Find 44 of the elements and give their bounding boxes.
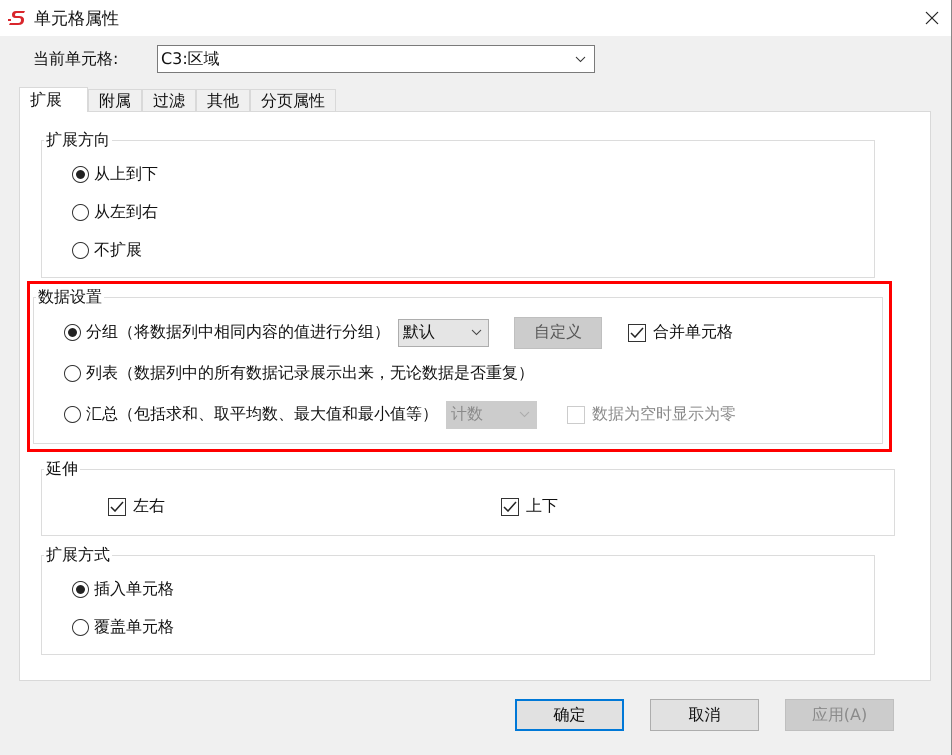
group-title: 扩展方向 <box>45 130 111 151</box>
current-cell-dropdown[interactable]: C3:区域 <box>157 45 595 73</box>
radio-button[interactable] <box>64 365 81 382</box>
checkbox[interactable] <box>108 498 126 516</box>
custom-button[interactable]: 自定义 <box>514 316 602 348</box>
tab[interactable]: 分页属性 <box>250 89 336 111</box>
radio-button[interactable] <box>72 204 89 220</box>
option-label: 从上到下 <box>94 164 158 184</box>
chevron-icon <box>471 329 482 336</box>
option-label: 从左到右 <box>94 202 158 222</box>
radio-button[interactable] <box>72 618 89 636</box>
group-title: 延伸 <box>45 459 79 480</box>
radio-button[interactable] <box>72 166 89 182</box>
window-title: 单元格属性 <box>34 8 119 30</box>
group-title: 扩展方式 <box>45 545 111 566</box>
close-icon[interactable] <box>925 11 939 25</box>
checkbox-label: 左右 <box>133 496 165 517</box>
radio-button[interactable] <box>72 242 89 258</box>
chevron-icon <box>575 56 586 62</box>
group-title: 数据设置 <box>37 287 103 308</box>
checkbox-label: 合并单元格 <box>653 322 733 343</box>
option-label: 汇总（包括求和、取平均数、最大值和最小值等） <box>86 404 438 425</box>
chevron-icon <box>519 411 530 418</box>
radio-button[interactable] <box>64 324 81 341</box>
app-logo-icon <box>7 9 27 27</box>
dialog-button[interactable]: 取消 <box>650 699 759 731</box>
checkbox[interactable] <box>628 324 646 342</box>
tab[interactable]: 附属 <box>88 89 142 111</box>
mode-dropdown[interactable]: 默认 <box>398 318 489 346</box>
current-cell-label: 当前单元格: <box>33 48 120 70</box>
checkbox-label: 数据为空时显示为零 <box>592 404 736 425</box>
tab[interactable]: 其他 <box>196 89 250 111</box>
option-label: 插入单元格 <box>94 578 174 600</box>
option-label: 覆盖单元格 <box>94 616 174 638</box>
radio-button[interactable] <box>64 406 81 423</box>
tab[interactable]: 扩展 <box>19 87 88 112</box>
option-label: 列表（数据列中的所有数据记录展示出来，无论数据是否重复） <box>86 363 534 384</box>
tab[interactable]: 过滤 <box>142 89 196 111</box>
checkbox[interactable] <box>501 498 519 516</box>
option-label: 分组（将数据列中相同内容的值进行分组） <box>86 322 390 343</box>
radio-button[interactable] <box>72 580 89 598</box>
checkbox-label: 上下 <box>526 496 558 517</box>
dialog-button[interactable]: 确定 <box>515 699 624 731</box>
option-label: 不扩展 <box>94 240 142 260</box>
